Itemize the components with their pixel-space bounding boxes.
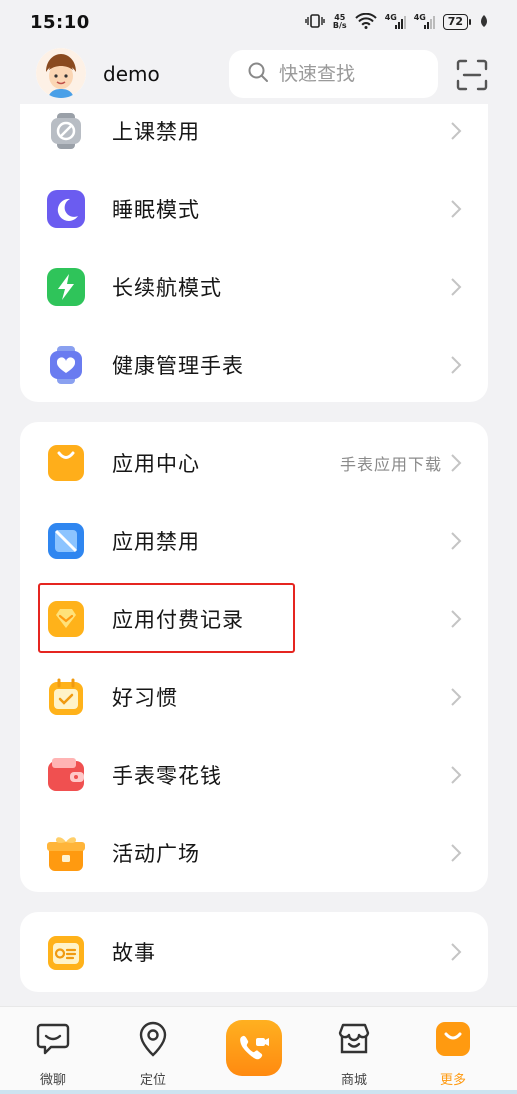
class-ban-icon (51, 113, 81, 149)
tab-video-call[interactable] (226, 1020, 282, 1076)
menu-item-label: 活动广场 (112, 842, 200, 866)
settings-group-3: 故事 (20, 912, 488, 992)
search-input[interactable] (279, 63, 429, 85)
settings-group-2: 应用中心 手表应用下载 应用禁用 应用付费记录 好习惯 手表零花钱 活动广场 (20, 422, 488, 892)
video-call-icon (240, 1035, 269, 1060)
bottom-edge (0, 1090, 517, 1094)
menu-item-good-habit[interactable]: 好习惯 (20, 658, 488, 736)
bottom-tab-bar: 微聊 定位 商城 更多 (0, 1006, 517, 1094)
menu-item-label: 上课禁用 (112, 120, 200, 144)
menu-item-label: 长续航模式 (112, 276, 222, 300)
net-speed: 45 B/s (332, 13, 347, 30)
location-icon (139, 1021, 167, 1057)
chevron-right-icon (451, 766, 462, 784)
avatar[interactable] (36, 48, 86, 98)
status-time: 15:10 (30, 11, 90, 33)
menu-item-hint: 手表应用下载 (339, 455, 442, 474)
calendar-check-icon (49, 678, 83, 715)
menu-item-label: 手表零花钱 (112, 764, 222, 788)
wifi-icon (354, 12, 377, 32)
signal-icon-1: 4G (385, 13, 406, 29)
chevron-right-icon (451, 844, 462, 862)
scan-icon (456, 59, 488, 91)
menu-item-label: 健康管理手表 (112, 354, 244, 378)
chevron-right-icon (451, 454, 462, 472)
chevron-right-icon (451, 943, 462, 961)
tab-label: 定位 (139, 1073, 166, 1088)
status-icons: 45 B/s 4G 4G 72 (305, 12, 489, 32)
lightning-icon (47, 268, 85, 306)
highlight-annotation (38, 583, 295, 653)
chevron-right-icon (451, 532, 462, 550)
username: demo (103, 62, 160, 86)
chat-icon (36, 1023, 70, 1055)
scan-button[interactable] (455, 58, 489, 92)
health-watch-icon (50, 346, 82, 384)
chevron-right-icon (451, 122, 462, 140)
tab-chat[interactable]: 微聊 (18, 1017, 88, 1088)
wallet-icon (48, 758, 84, 791)
menu-item-activity-square[interactable]: 活动广场 (20, 814, 488, 892)
more-icon (436, 1022, 470, 1056)
menu-item-story[interactable]: 故事 (20, 913, 488, 991)
settings-group-1: 上课禁用 睡眠模式 长续航模式 健康管理手表 (20, 104, 488, 402)
app-center-icon (48, 445, 84, 481)
menu-item-long-battery[interactable]: 长续航模式 (20, 248, 488, 326)
signal-icon-2: 4G (414, 13, 435, 29)
tab-more[interactable]: 更多 (418, 1017, 488, 1088)
menu-item-health-watch[interactable]: 健康管理手表 (20, 326, 488, 404)
vibrate-icon (305, 13, 325, 32)
chevron-right-icon (451, 356, 462, 374)
menu-item-label: 应用中心 (112, 452, 200, 476)
menu-item-class-ban[interactable]: 上课禁用 (20, 92, 488, 170)
chevron-right-icon (451, 688, 462, 706)
gift-icon (47, 837, 85, 871)
chevron-right-icon (451, 200, 462, 218)
chevron-right-icon (451, 610, 462, 628)
menu-item-label: 睡眠模式 (112, 198, 200, 222)
tab-label: 更多 (439, 1073, 466, 1088)
tab-label: 微聊 (39, 1073, 66, 1088)
battery-icon: 72 (442, 14, 471, 30)
tab-location[interactable]: 定位 (118, 1017, 188, 1088)
tab-store[interactable]: 商城 (319, 1017, 389, 1088)
menu-item-app-ban[interactable]: 应用禁用 (20, 502, 488, 580)
search-icon (247, 61, 269, 87)
menu-item-sleep-mode[interactable]: 睡眠模式 (20, 170, 488, 248)
app-ban-icon (48, 523, 84, 559)
chevron-right-icon (451, 278, 462, 296)
radio-icon (48, 936, 84, 970)
menu-item-label: 好习惯 (112, 686, 178, 710)
menu-item-label: 故事 (112, 941, 156, 965)
search-box[interactable] (229, 50, 438, 98)
store-icon (338, 1023, 370, 1054)
tab-label: 商城 (340, 1073, 367, 1088)
status-bar: 15:10 45 B/s 4G 4G 72 (0, 0, 517, 44)
menu-item-label: 应用禁用 (112, 530, 200, 554)
moon-icon (47, 190, 85, 228)
menu-item-app-center[interactable]: 应用中心 手表应用下载 (20, 424, 488, 502)
leaf-icon (479, 14, 489, 31)
menu-item-pocket-money[interactable]: 手表零花钱 (20, 736, 488, 814)
